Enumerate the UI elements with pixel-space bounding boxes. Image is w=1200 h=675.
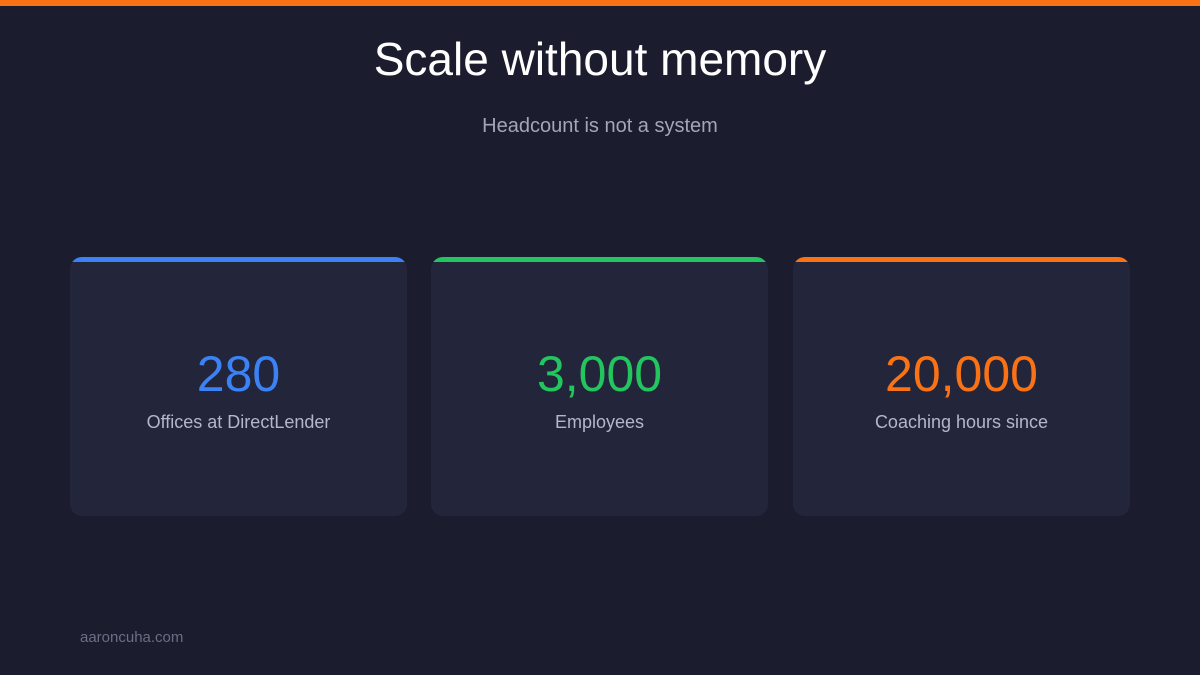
stat-card-offices: 280 Offices at DirectLender [70, 257, 407, 516]
top-accent-bar [0, 0, 1200, 6]
stat-card-employees: 3,000 Employees [431, 257, 768, 516]
footer-website: aaroncuha.com [80, 629, 184, 646]
stat-value: 20,000 [885, 346, 1038, 402]
stat-card-coaching-hours: 20,000 Coaching hours since [793, 257, 1130, 516]
stat-label: Coaching hours since [874, 412, 1049, 432]
slide-title: Scale without memory [373, 33, 827, 85]
stat-label: Offices at DirectLender [146, 412, 331, 432]
slide-subtitle: Headcount is not a system [482, 115, 718, 137]
stat-card-accent-bar [431, 257, 768, 262]
stat-card-accent-bar [793, 257, 1130, 262]
stat-card-accent-bar [70, 257, 407, 262]
stat-label: Employees [554, 412, 645, 432]
stat-value: 3,000 [536, 346, 663, 402]
stat-value: 280 [196, 346, 281, 402]
